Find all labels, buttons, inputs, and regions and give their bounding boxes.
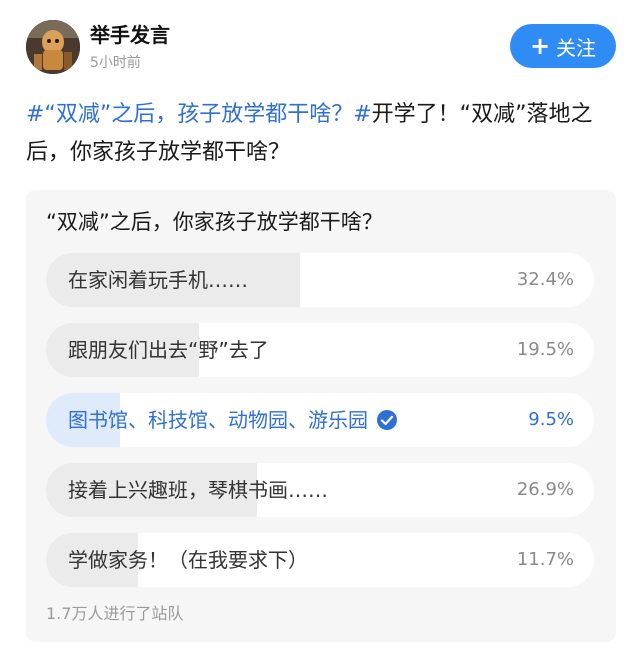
poll-option-label: 跟朋友们出去“野”去了 — [68, 323, 269, 377]
poll-option-text: 跟朋友们出去“野”去了 — [68, 338, 269, 362]
poll-option-percent: 11.7% — [516, 549, 574, 570]
follow-button[interactable]: + 关注 — [510, 24, 616, 68]
post-text: #“双减”之后，孩子放学都干啥？#开学了！“双减”落地之后，你家孩子放学都干啥？ — [26, 96, 606, 172]
poll-option-label: 图书馆、科技馆、动物园、游乐园 — [68, 393, 398, 447]
poll-option[interactable]: 图书馆、科技馆、动物园、游乐园 9.5% — [46, 393, 594, 447]
poll-question: “双减”之后，你家孩子放学都干啥？ — [46, 210, 383, 234]
post-time: 5小时前 — [90, 55, 141, 71]
poll-option-percent: 32.4% — [516, 269, 574, 290]
hashtag-link[interactable]: #“双减”之后，孩子放学都干啥？# — [26, 102, 372, 127]
poll-option[interactable]: 学做家务！（在我要求下） 11.7% — [46, 533, 594, 587]
poll-participants: 1.7万人进行了站队 — [46, 604, 184, 623]
poll-option-text: 学做家务！（在我要求下） — [68, 548, 308, 572]
poll-option-percent: 9.5% — [528, 409, 574, 430]
plus-icon: + — [529, 32, 551, 60]
poll-option-percent: 26.9% — [516, 479, 574, 500]
poll-option[interactable]: 接着上兴趣班，琴棋书画…… 26.9% — [46, 463, 594, 517]
poll-card: “双减”之后，你家孩子放学都干啥？ 在家闲着玩手机…… 32.4% 跟朋友们出去“野… — [26, 190, 616, 642]
post-header: 举手发言 5小时前 + 关注 — [0, 0, 641, 86]
username[interactable]: 举手发言 — [90, 22, 170, 48]
poll-option-text: 图书馆、科技馆、动物园、游乐园 — [68, 408, 368, 432]
poll-option-label: 学做家务！（在我要求下） — [68, 533, 308, 587]
poll-option[interactable]: 跟朋友们出去“野”去了 19.5% — [46, 323, 594, 377]
checkmark-circle-icon — [377, 410, 397, 430]
follow-label: 关注 — [556, 35, 597, 60]
poll-option-label: 接着上兴趣班，琴棋书画…… — [68, 463, 328, 517]
poll-option-percent: 19.5% — [516, 339, 574, 360]
poll-option-label: 在家闲着玩手机…… — [68, 253, 248, 307]
poll-option-text: 接着上兴趣班，琴棋书画…… — [68, 478, 328, 502]
avatar-figurine-icon — [26, 20, 80, 74]
poll-option[interactable]: 在家闲着玩手机…… 32.4% — [46, 253, 594, 307]
poll-option-text: 在家闲着玩手机…… — [68, 268, 248, 292]
avatar[interactable] — [26, 20, 80, 74]
